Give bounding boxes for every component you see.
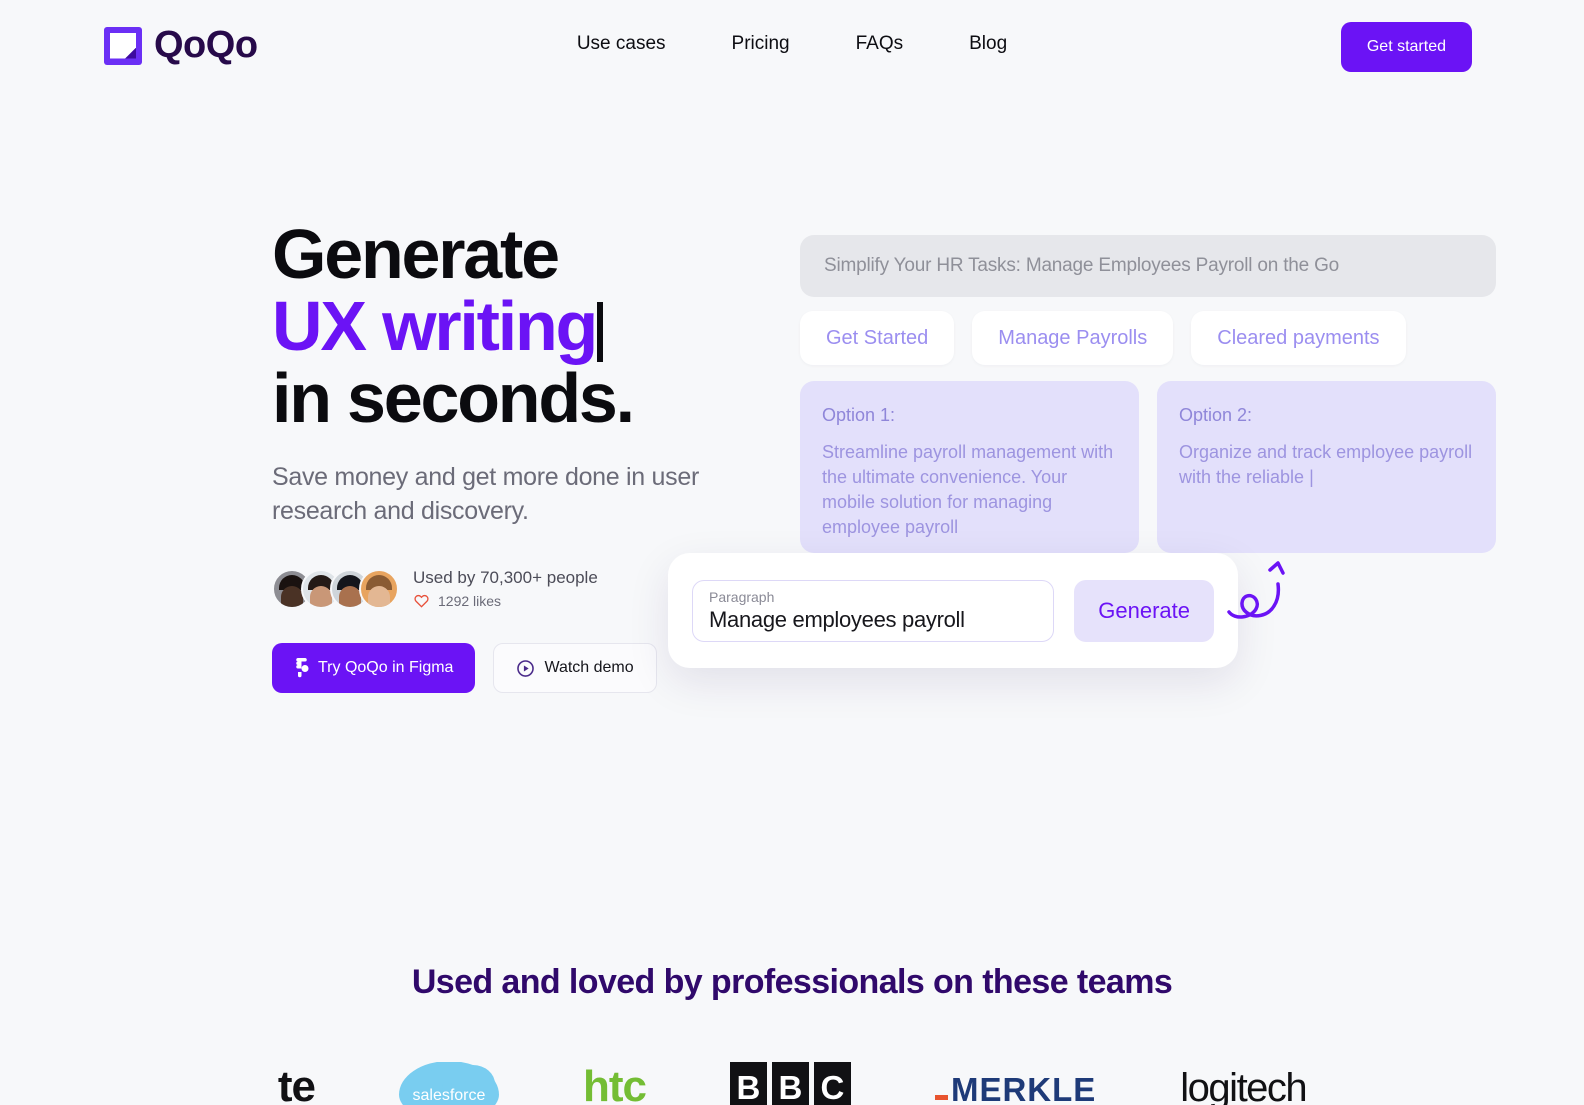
page-title: Generate UX writing in seconds. [272,218,742,434]
option-body: Streamline payroll management with the u… [822,442,1114,537]
paragraph-input-value: Manage employees payroll [709,606,965,632]
get-started-button[interactable]: Get started [1340,22,1472,72]
text-cursor-icon [597,302,604,362]
try-in-figma-button[interactable]: Try QoQo in Figma [272,643,476,693]
option-body: Organize and track employee payroll with… [1179,442,1473,487]
logo-text: QoQo [154,24,258,66]
likes-count: 1292 likes [438,593,502,609]
brand-logo-htc: htc [582,1062,647,1105]
site-header: QoQo Use cases Pricing FAQs Blog Get sta… [0,0,1584,96]
generate-input-card: Paragraph Manage employees payroll Gener… [668,553,1238,668]
try-in-figma-label: Try QoQo in Figma [318,659,454,676]
brand-logo-row: te salesforce htc B B C MERKLE logitech [0,1062,1584,1105]
generate-button[interactable]: Generate [1074,579,1214,642]
chip-label: Get Started [826,326,929,349]
bbc-letter: B [771,1062,809,1105]
social-proof-text: Used by 70,300+ people 1292 likes [413,568,598,609]
chip-get-started[interactable]: Get Started [800,311,955,365]
brand-logo-merkle: MERKLE [934,1062,1096,1105]
main-nav: Use cases Pricing FAQs Blog [577,33,1007,55]
prompt-display-bar[interactable]: Simplify Your HR Tasks: Manage Employees… [800,235,1496,297]
brand-logo-logitech: logitech [1180,1066,1307,1105]
heart-icon [414,594,429,608]
headline-line-1: Generate [272,215,560,293]
chip-manage-payrolls[interactable]: Manage Payrolls [972,311,1174,365]
chip-label: Cleared payments [1217,326,1380,349]
nav-item-faqs[interactable]: FAQs [856,33,904,55]
brand-logo-salesforce: salesforce [398,1062,499,1105]
prompt-text: Simplify Your HR Tasks: Manage Employees… [824,255,1340,276]
nav-item-use-cases[interactable]: Use cases [577,33,666,55]
play-circle-icon [517,659,535,677]
option-card-2[interactable]: Option 2: Organize and track employee pa… [1157,381,1496,553]
likes-row: 1292 likes [413,593,598,609]
headline-accent: UX writing [272,287,598,365]
suggestion-chip-row: Get Started Manage Payrolls Cleared paym… [800,311,1496,365]
used-by-label: Used by 70,300+ people [413,568,598,587]
paragraph-input[interactable]: Paragraph Manage employees payroll [692,579,1055,642]
bbc-letter: C [813,1062,851,1105]
option-card-1[interactable]: Option 1: Streamline payroll management … [800,381,1139,553]
brand-logo-te: te [277,1062,316,1105]
headline-line-3: in seconds. [272,359,635,437]
brand-logo-bbc: B B C [729,1062,851,1105]
document-fold-icon [104,26,142,65]
option-title: Option 1: [822,405,896,425]
watch-demo-label: Watch demo [544,659,634,676]
figma-icon [296,657,309,677]
demo-panel: Simplify Your HR Tasks: Manage Employees… [800,235,1496,553]
paragraph-input-label: Paragraph [709,588,775,605]
avatar-group [272,568,399,609]
option-card-row: Option 1: Streamline payroll management … [800,381,1496,553]
avatar [359,568,399,609]
merkle-dash-icon [934,1095,948,1100]
hero-subtitle: Save money and get more done in user res… [272,463,699,525]
chip-cleared-payments[interactable]: Cleared payments [1191,311,1406,365]
nav-item-blog[interactable]: Blog [969,33,1007,55]
landing-page: QoQo Use cases Pricing FAQs Blog Get sta… [0,0,1584,1105]
nav-item-pricing[interactable]: Pricing [732,33,790,55]
chip-label: Manage Payrolls [998,326,1148,349]
teams-heading: Used and loved by professionals on these… [411,963,1173,1001]
curly-arrow-icon [1227,561,1285,619]
watch-demo-button[interactable]: Watch demo [493,643,657,693]
bbc-letter: B [729,1062,767,1105]
option-title: Option 2: [1179,405,1253,425]
logo[interactable]: QoQo [104,24,258,67]
